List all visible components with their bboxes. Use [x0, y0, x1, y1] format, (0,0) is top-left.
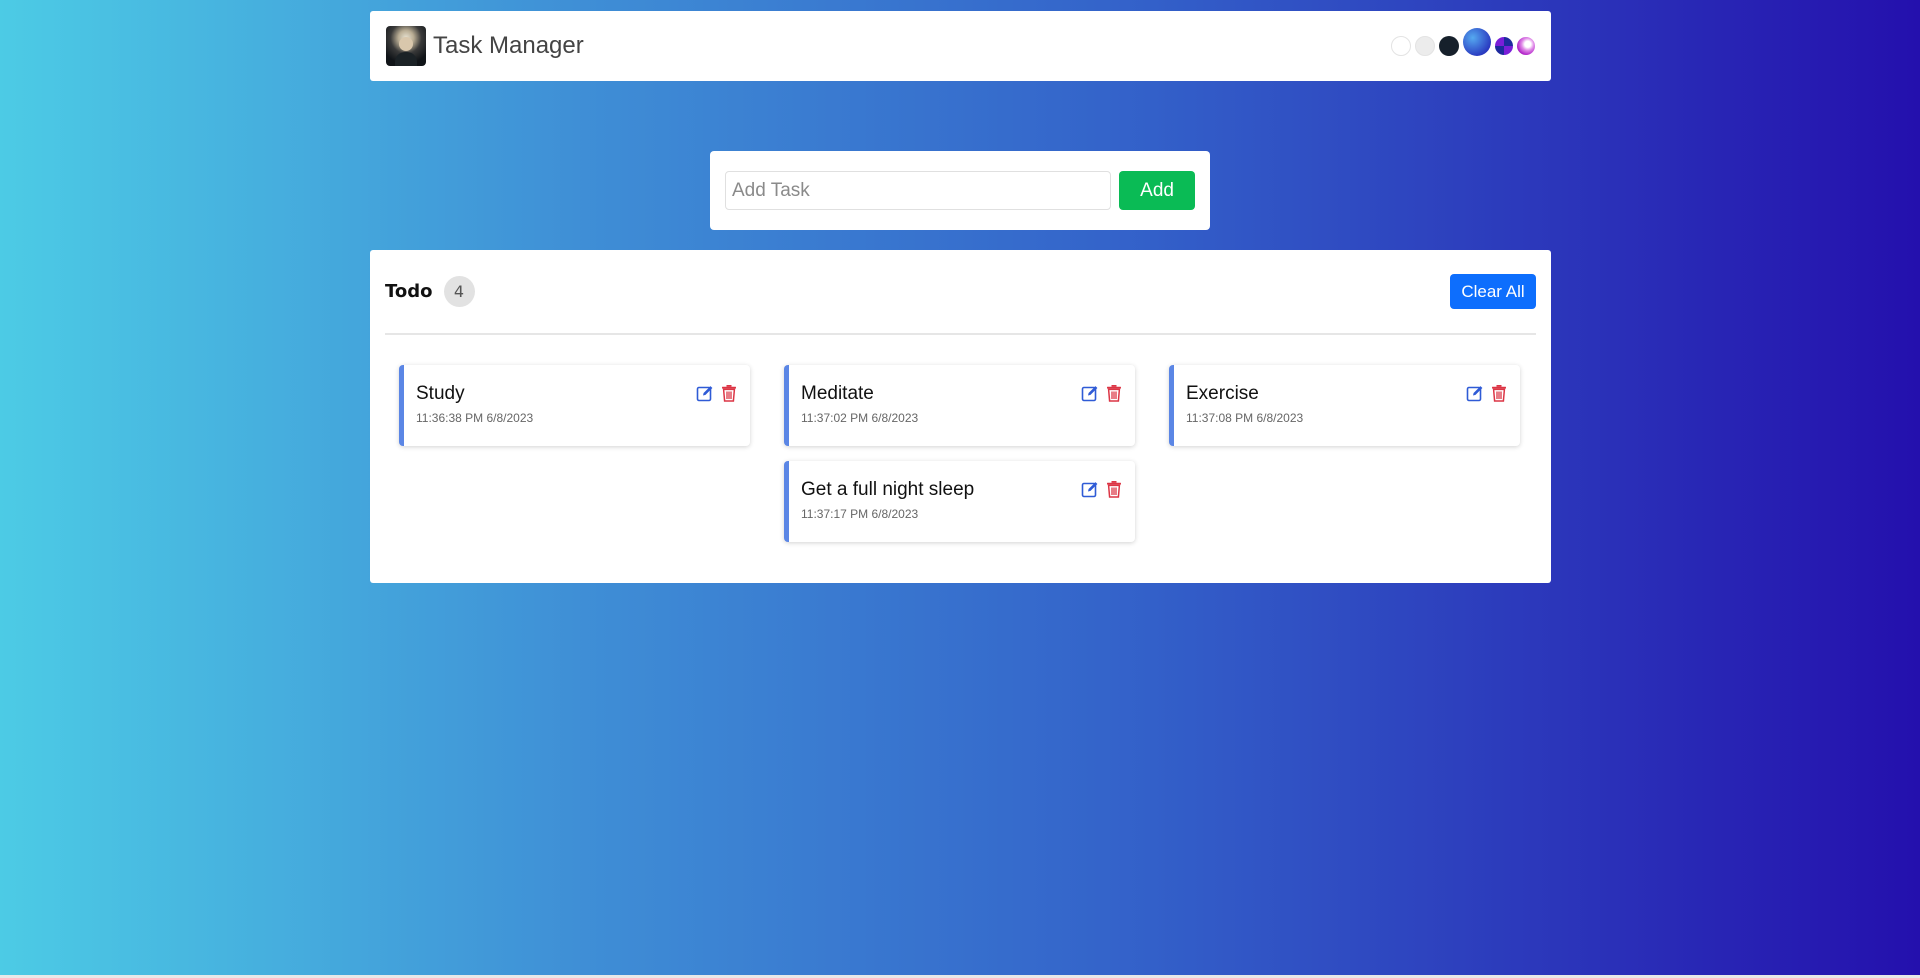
- task-name: Study: [416, 383, 465, 404]
- edit-icon[interactable]: [1081, 384, 1099, 402]
- task-card: Meditate 11:37:02 PM 6/8/2023: [784, 365, 1135, 446]
- task-count-badge: 4: [443, 276, 475, 307]
- theme-light-button[interactable]: [1391, 36, 1411, 56]
- task-actions: [1466, 384, 1508, 402]
- brand: Task Manager: [386, 26, 584, 66]
- avatar-logo: [386, 26, 426, 66]
- add-task-input[interactable]: [725, 171, 1112, 210]
- app-title: Task Manager: [433, 32, 584, 59]
- app-header: Task Manager: [370, 11, 1551, 81]
- add-task-card: Add: [710, 151, 1210, 230]
- edit-icon[interactable]: [1466, 384, 1484, 402]
- theme-ocean-button[interactable]: [1463, 28, 1491, 56]
- edit-icon[interactable]: [1081, 480, 1099, 498]
- delete-icon[interactable]: [720, 384, 738, 402]
- todo-title: Todo: [385, 281, 433, 302]
- task-card: Study 11:36:38 PM 6/8/2023: [399, 365, 750, 446]
- task-actions: [696, 384, 738, 402]
- task-actions: [1081, 384, 1123, 402]
- theme-gray-button[interactable]: [1415, 36, 1435, 56]
- todo-header: Todo 4 Clear All: [385, 250, 1536, 335]
- delete-icon[interactable]: [1105, 480, 1123, 498]
- clear-all-button[interactable]: Clear All: [1450, 274, 1536, 309]
- todo-panel: Todo 4 Clear All Study 11:36:38 PM 6/8/2…: [370, 250, 1551, 583]
- task-actions: [1081, 480, 1123, 498]
- task-name: Exercise: [1186, 383, 1259, 404]
- theme-dark-button[interactable]: [1439, 36, 1459, 56]
- delete-icon[interactable]: [1105, 384, 1123, 402]
- task-name: Meditate: [801, 383, 874, 404]
- add-task-button[interactable]: Add: [1119, 171, 1195, 210]
- task-name: Get a full night sleep: [801, 479, 975, 500]
- task-card: Exercise 11:37:08 PM 6/8/2023: [1169, 365, 1520, 446]
- task-timestamp: 11:37:02 PM 6/8/2023: [801, 411, 919, 425]
- edit-icon[interactable]: [696, 384, 714, 402]
- theme-switcher: [1391, 28, 1535, 56]
- delete-icon[interactable]: [1490, 384, 1508, 402]
- task-timestamp: 11:37:08 PM 6/8/2023: [1186, 411, 1304, 425]
- task-card: Get a full night sleep 11:37:17 PM 6/8/2…: [784, 461, 1135, 542]
- task-timestamp: 11:37:17 PM 6/8/2023: [801, 507, 919, 521]
- theme-purple-button[interactable]: [1495, 37, 1513, 55]
- theme-pink-button[interactable]: [1517, 37, 1535, 55]
- task-timestamp: 11:36:38 PM 6/8/2023: [416, 411, 534, 425]
